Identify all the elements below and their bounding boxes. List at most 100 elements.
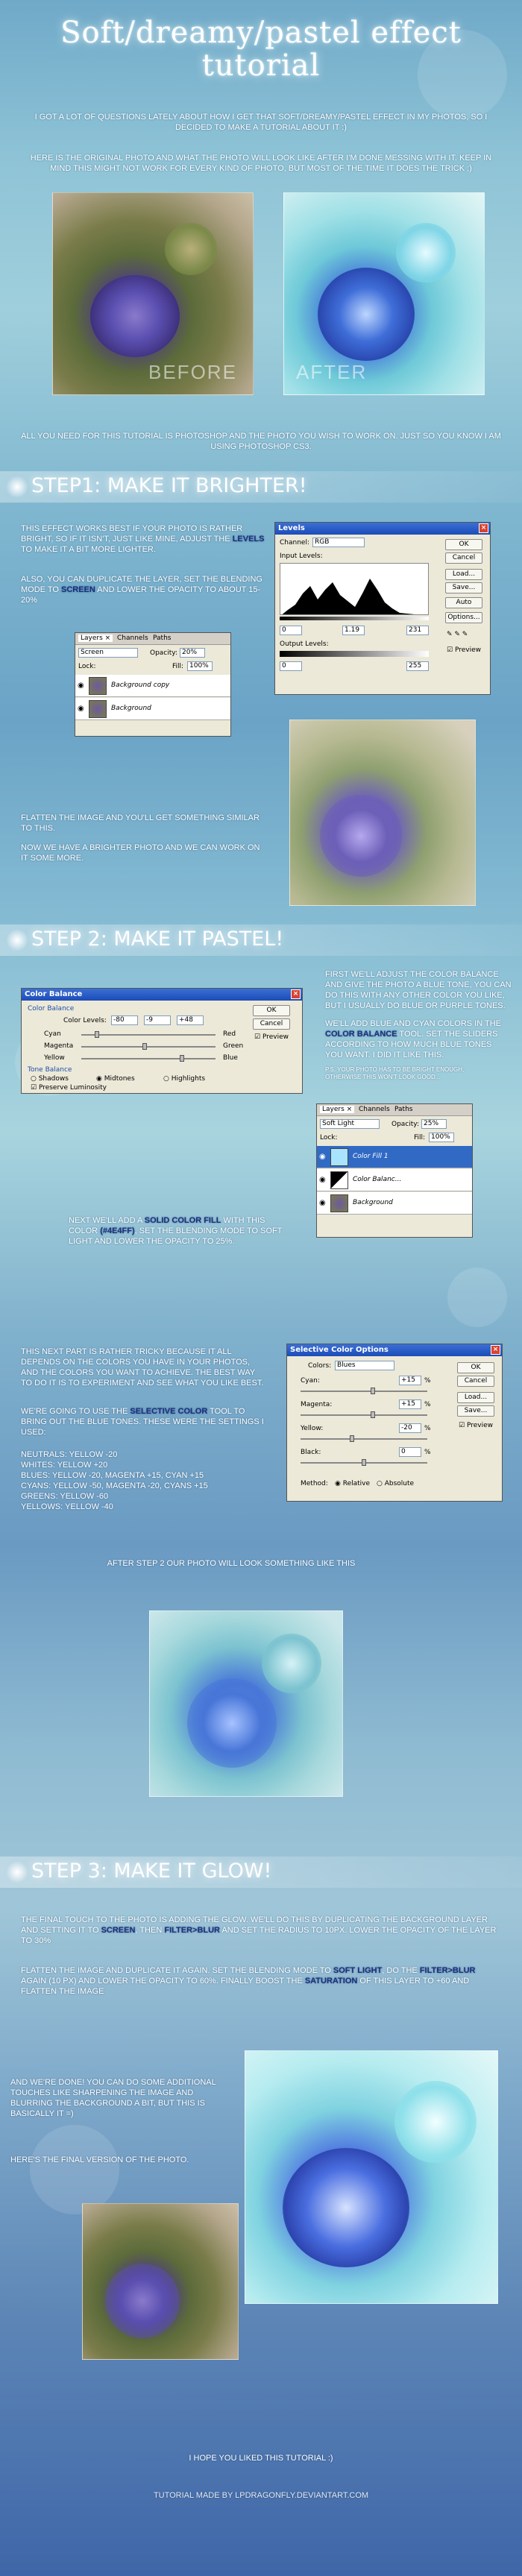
preserve-luminosity-checkbox[interactable]: ☑ Preserve Luminosity [31, 1084, 107, 1092]
load-button[interactable]: Load... [457, 1392, 494, 1403]
close-icon[interactable]: × [291, 989, 301, 999]
settings-list: Neutrals: Yellow -20 Whites: Yellow +20 … [21, 1449, 274, 1512]
close-icon[interactable]: × [491, 1345, 500, 1355]
auto-button[interactable]: Auto [445, 597, 482, 608]
tab-channels[interactable]: Channels [117, 634, 148, 642]
load-button[interactable]: Load... [445, 569, 482, 580]
slider-thumb[interactable] [362, 1459, 366, 1466]
save-button[interactable]: Save... [457, 1405, 494, 1417]
preview-checkbox[interactable]: ☑ Preview [447, 646, 481, 654]
layer-thumbnail [330, 1171, 348, 1189]
eye-icon[interactable]: ◉ [319, 1176, 326, 1184]
slider-thumb[interactable] [371, 1388, 375, 1394]
ok-button[interactable]: OK [457, 1362, 494, 1373]
eye-icon[interactable]: ◉ [319, 1153, 326, 1161]
colors-select[interactable]: Blues [335, 1361, 394, 1370]
opacity-field[interactable]: 20% [180, 648, 205, 658]
after-photo: AFTER [283, 192, 485, 395]
blend-mode-select[interactable]: Screen [78, 648, 138, 658]
layer-row[interactable]: ◉ Color Fill 1 [317, 1146, 472, 1168]
highlights-radio[interactable]: ○ Highlights [163, 1075, 205, 1083]
ok-button[interactable]: OK [253, 1005, 290, 1016]
brightened-photo [289, 719, 476, 906]
black-field[interactable]: 0 [399, 1447, 421, 1457]
black-label: Black: [301, 1449, 321, 1456]
layer-thumbnail [89, 677, 107, 695]
slider-thumb[interactable] [371, 1411, 375, 1418]
bokeh-decoration [447, 1267, 507, 1327]
settings-item: Cyans: Yellow -50, Magenta -20, Cyans +1… [21, 1481, 208, 1490]
slider-thumb[interactable] [180, 1055, 184, 1062]
magenta-field[interactable]: +15 [399, 1399, 421, 1409]
options-button[interactable]: Options... [445, 612, 482, 623]
fill-field[interactable]: 100% [187, 661, 213, 671]
yellow-slider[interactable] [301, 1438, 427, 1440]
absolute-radio[interactable]: ○ Absolute [377, 1480, 414, 1487]
settings-item: Neutrals: Yellow -20 [21, 1450, 118, 1459]
color-balance-dialog: Color Balance × Color Balance Color Level… [21, 988, 303, 1094]
eye-icon[interactable]: ◉ [319, 1199, 326, 1207]
cyan-label: Cyan: [301, 1377, 320, 1385]
yellow-field[interactable]: -20 [399, 1423, 421, 1433]
cancel-button[interactable]: Cancel [253, 1018, 290, 1030]
step2-paragraph-2: We'll add blue and cyan colors in the co… [325, 1019, 502, 1059]
slider-thumb[interactable] [142, 1043, 147, 1050]
cyan-slider[interactable] [301, 1391, 427, 1392]
shadows-radio[interactable]: ○ Shadows [31, 1075, 69, 1083]
input-gamma-field[interactable]: 1.19 [342, 626, 365, 635]
step1-paragraph-4: Now we have a brighter photo and we can … [21, 843, 260, 863]
tab-channels[interactable]: Channels [359, 1106, 390, 1113]
save-button[interactable]: Save... [445, 582, 482, 593]
levels-titlebar: Levels × [275, 523, 490, 535]
page-title: Soft/dreamy/pastel effect tutorial [60, 16, 462, 83]
magenta-green-field[interactable]: -9 [144, 1015, 171, 1025]
percent-label: % [424, 1401, 431, 1408]
layer-row[interactable]: ◉ Color Balanc... [317, 1169, 472, 1191]
cyan-red-slider[interactable] [81, 1034, 216, 1036]
cyan-field[interactable]: +15 [399, 1376, 421, 1385]
slider-thumb[interactable] [350, 1435, 354, 1442]
output-white-field[interactable]: 255 [406, 661, 429, 671]
cyan-red-field[interactable]: -80 [111, 1015, 138, 1025]
tab-paths[interactable]: Paths [153, 634, 171, 642]
opacity-field[interactable]: 25% [421, 1119, 447, 1129]
color-levels-label: Color Levels: [63, 1017, 107, 1024]
layer-thumbnail [330, 1194, 348, 1212]
step2-paragraph-6: After step 2 our photo will look somethi… [107, 1559, 356, 1568]
flower-shape [318, 268, 415, 361]
tab-layers[interactable]: Layers × [78, 634, 113, 642]
layers-panel-2: Layers × Channels Paths Soft Light Opaci… [316, 1103, 473, 1238]
step2-paragraph-4: This next part is rather tricky because … [21, 1347, 264, 1388]
channel-select[interactable]: RGB [312, 538, 365, 547]
cancel-button[interactable]: Cancel [445, 552, 482, 564]
eye-icon[interactable]: ◉ [78, 705, 84, 713]
yellow-blue-slider[interactable] [81, 1058, 216, 1059]
fill-field[interactable]: 100% [429, 1133, 454, 1142]
tab-layers[interactable]: Layers × [320, 1106, 355, 1113]
blend-mode-select[interactable]: Soft Light [320, 1119, 380, 1129]
eyedropper-icons[interactable]: ✎ ✎ ✎ [447, 631, 468, 638]
input-white-field[interactable]: 231 [406, 626, 429, 635]
layer-row[interactable]: ◉ Background [75, 698, 230, 720]
preview-checkbox[interactable]: ☑ Preview [254, 1033, 289, 1041]
slider-thumb[interactable] [95, 1031, 99, 1038]
cancel-button[interactable]: Cancel [457, 1376, 494, 1387]
layer-row[interactable]: ◉ Background [317, 1192, 472, 1215]
preview-checkbox[interactable]: ☑ Preview [459, 1422, 493, 1429]
eye-icon[interactable]: ◉ [78, 681, 84, 690]
step3-paragraph-1: The final touch to the photo is adding t… [21, 1915, 497, 1945]
method-label: Method: [301, 1480, 328, 1487]
input-black-field[interactable]: 0 [280, 626, 302, 635]
magenta-green-slider[interactable] [81, 1046, 216, 1048]
output-black-field[interactable]: 0 [280, 661, 302, 671]
bud-shape [262, 1634, 321, 1693]
yellow-label: Yellow [44, 1054, 65, 1062]
relative-radio[interactable]: ◉ Relative [335, 1480, 370, 1487]
ok-button[interactable]: OK [445, 539, 482, 550]
yellow-blue-field[interactable]: +48 [177, 1015, 204, 1025]
magenta-slider[interactable] [301, 1414, 427, 1416]
tab-paths[interactable]: Paths [394, 1106, 412, 1113]
close-icon[interactable]: × [479, 523, 488, 533]
midtones-radio[interactable]: ◉ Midtones [96, 1075, 135, 1083]
layer-row[interactable]: ◉ Background copy [75, 675, 230, 697]
